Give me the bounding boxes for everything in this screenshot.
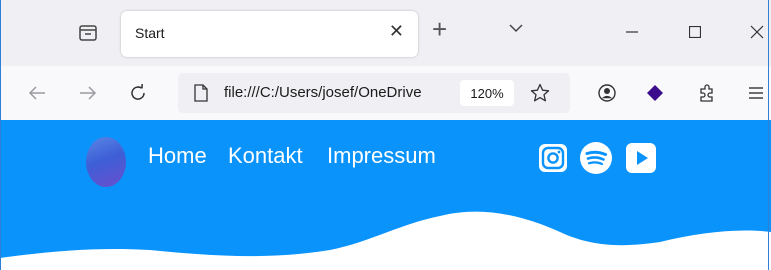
window-frame	[0, 0, 769, 270]
